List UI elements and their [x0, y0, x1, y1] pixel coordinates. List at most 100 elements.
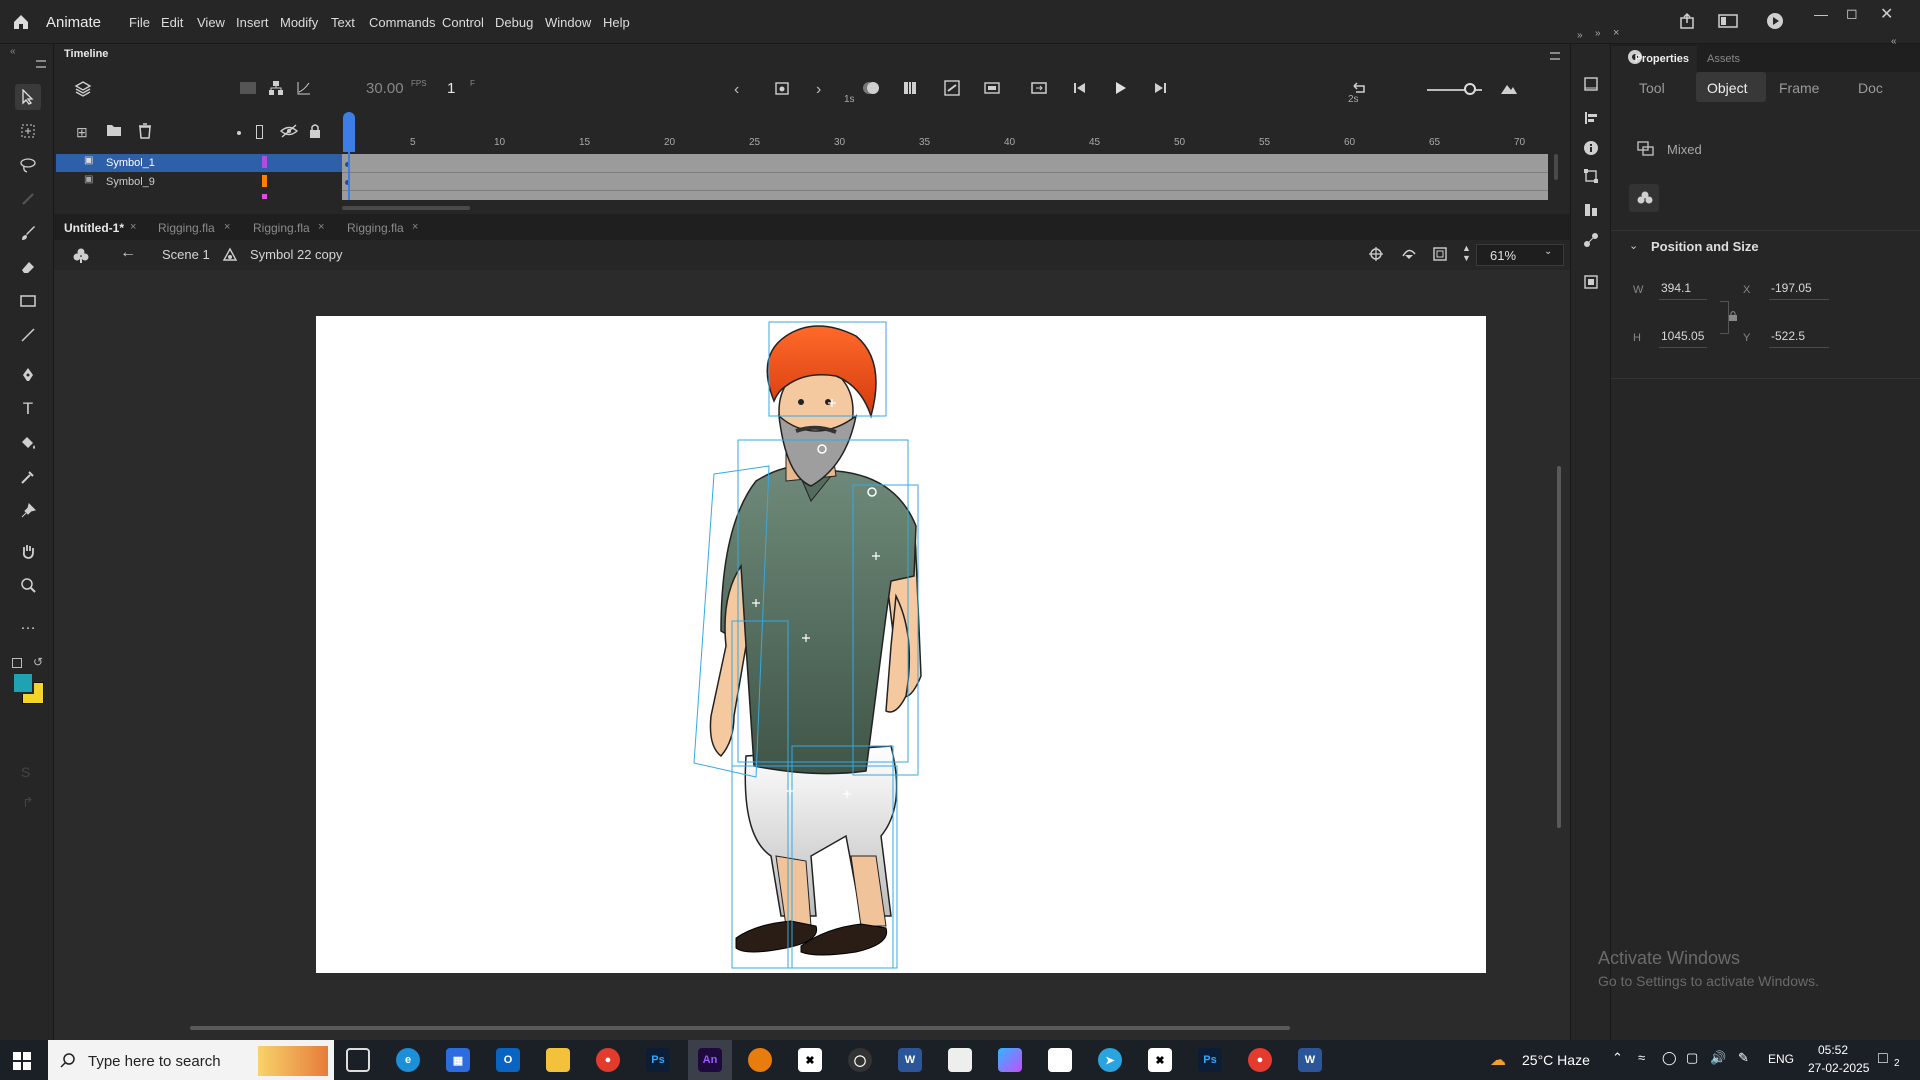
menu-debug[interactable]: Debug [495, 15, 533, 30]
center-stage-icon[interactable] [1368, 246, 1384, 262]
transform-icon[interactable] [1583, 168, 1599, 184]
y-field[interactable]: -522.5 [1771, 329, 1805, 343]
file-explorer-icon[interactable] [546, 1048, 570, 1072]
layer-name[interactable]: Symbol_9 [106, 176, 155, 188]
display-icon[interactable]: ▢ [1686, 1050, 1698, 1066]
tab-tool[interactable]: Tool [1639, 80, 1665, 96]
motion-presets-icon[interactable] [1583, 232, 1599, 248]
timeline-vscroll[interactable] [1554, 154, 1558, 180]
chevron-down-icon[interactable]: ⌄ [1544, 246, 1552, 257]
snap-icon[interactable]: S [21, 764, 30, 780]
stroke-color-swatch[interactable] [12, 672, 34, 694]
scene-name[interactable]: Scene 1 [162, 247, 210, 262]
tab-assets[interactable]: Assets [1707, 53, 1740, 65]
share-icon[interactable] [1678, 12, 1696, 30]
timeline-hscroll[interactable] [342, 206, 470, 210]
network-icon[interactable]: ≈ [1638, 1050, 1645, 1065]
layer-name[interactable]: Symbol_1 [106, 157, 155, 169]
collapse-icon[interactable]: « [10, 46, 16, 57]
graph-editor-icon[interactable] [296, 80, 312, 96]
components-icon[interactable] [1583, 202, 1599, 218]
lock-icon[interactable] [308, 123, 322, 139]
fps-value[interactable]: 30.00 [366, 80, 404, 97]
w-field[interactable]: 394.1 [1661, 281, 1691, 295]
clip-stage-icon[interactable] [1432, 246, 1448, 262]
blender-icon[interactable] [748, 1048, 772, 1072]
meet-icon[interactable]: ◯ [1662, 1050, 1677, 1066]
panel-expand-icon[interactable]: » [1595, 28, 1601, 39]
store-icon[interactable]: ▦ [446, 1048, 470, 1072]
menu-commands[interactable]: Commands [369, 15, 435, 30]
language-indicator[interactable]: ENG [1768, 1052, 1794, 1066]
copilot-icon[interactable] [998, 1048, 1022, 1072]
layer-color[interactable] [262, 175, 267, 187]
pin-tool-icon[interactable] [15, 498, 41, 524]
capcut-icon[interactable]: ✖ [798, 1048, 822, 1072]
stage[interactable] [316, 316, 1486, 973]
frames-area[interactable] [342, 154, 1548, 200]
stage-hscroll[interactable] [190, 1026, 1290, 1030]
section-position-size[interactable]: Position and Size [1651, 239, 1759, 254]
menu-modify[interactable]: Modify [280, 15, 318, 30]
menu-edit[interactable]: Edit [161, 15, 183, 30]
chevron-down-icon[interactable]: ⌄ [1629, 239, 1638, 252]
pen-tool-icon[interactable] [15, 362, 41, 388]
weather-text[interactable]: 25°C Haze [1522, 1052, 1590, 1068]
highlight-icon[interactable] [237, 131, 241, 135]
new-layer-icon[interactable]: ⊞ [76, 124, 88, 141]
word-icon[interactable]: W [898, 1048, 922, 1072]
notifications-icon[interactable]: □ [1878, 1050, 1888, 1068]
panel-close-icon[interactable]: × [1613, 27, 1619, 39]
layer-color[interactable] [262, 156, 267, 168]
selection-tool-icon[interactable] [15, 84, 41, 110]
tab-close-icon[interactable]: × [412, 221, 418, 233]
eraser-tool-icon[interactable] [15, 254, 41, 280]
text-tool-icon[interactable]: T [15, 396, 41, 422]
maximize-icon[interactable]: ◻ [1846, 5, 1858, 22]
zoom-tool-icon[interactable] [15, 572, 41, 598]
menu-file[interactable]: File [129, 15, 150, 30]
edit-multiple-frames-icon[interactable] [902, 80, 918, 96]
tab-rigging-2[interactable]: Rigging.fla [253, 221, 310, 235]
character-artwork[interactable] [316, 316, 1486, 973]
animate-icon[interactable]: An [698, 1048, 722, 1072]
menu-insert[interactable]: Insert [236, 15, 269, 30]
insert-keyframe-icon[interactable] [774, 80, 790, 96]
align-icon[interactable] [1583, 110, 1599, 126]
tab-untitled[interactable]: Untitled-1* [64, 221, 124, 235]
minimize-icon[interactable]: — [1814, 6, 1828, 22]
frame-number[interactable]: 1 [447, 80, 455, 97]
word-icon[interactable]: W [1298, 1048, 1322, 1072]
smooth-icon[interactable]: ↱ [22, 794, 34, 811]
zoom-stepper[interactable]: ▲ ▼ [1462, 243, 1471, 263]
back-icon[interactable]: ← [120, 244, 136, 262]
step-forward-icon[interactable] [1152, 80, 1168, 96]
play-icon[interactable] [1112, 80, 1128, 96]
timeline-menu-icon[interactable] [1550, 52, 1560, 60]
parenting-icon[interactable] [268, 80, 284, 96]
visibility-icon[interactable] [280, 124, 298, 138]
tab-close-icon[interactable]: × [224, 221, 230, 233]
next-keyframe-icon[interactable]: › [816, 81, 821, 99]
symbol-name[interactable]: Symbol 22 copy [250, 247, 343, 262]
tab-close-icon[interactable]: × [318, 221, 324, 233]
rotate-stage-icon[interactable] [1400, 246, 1418, 262]
step-back-icon[interactable] [1072, 80, 1088, 96]
volume-icon[interactable]: 🔊 [1710, 1050, 1726, 1066]
telegram-icon[interactable]: ➤ [1098, 1048, 1122, 1072]
h-field[interactable]: 1045.05 [1661, 329, 1704, 343]
camera-icon[interactable] [240, 82, 256, 94]
free-transform-tool-icon[interactable] [15, 118, 41, 144]
tab-object[interactable]: Object [1707, 80, 1747, 96]
brush-tool-icon[interactable] [15, 220, 41, 246]
delete-layer-icon[interactable] [138, 123, 152, 139]
capcut-icon[interactable]: ✖ [1148, 1048, 1172, 1072]
new-folder-icon[interactable] [106, 123, 122, 137]
windows-start-icon[interactable] [12, 1051, 32, 1071]
clock-time[interactable]: 05:52 [1818, 1043, 1848, 1057]
rectangle-tool-icon[interactable] [15, 288, 41, 314]
test-movie-icon[interactable] [1766, 12, 1784, 30]
loop-icon[interactable] [1030, 80, 1048, 96]
line-tool-icon[interactable] [15, 322, 41, 348]
layers-icon[interactable] [74, 80, 92, 98]
